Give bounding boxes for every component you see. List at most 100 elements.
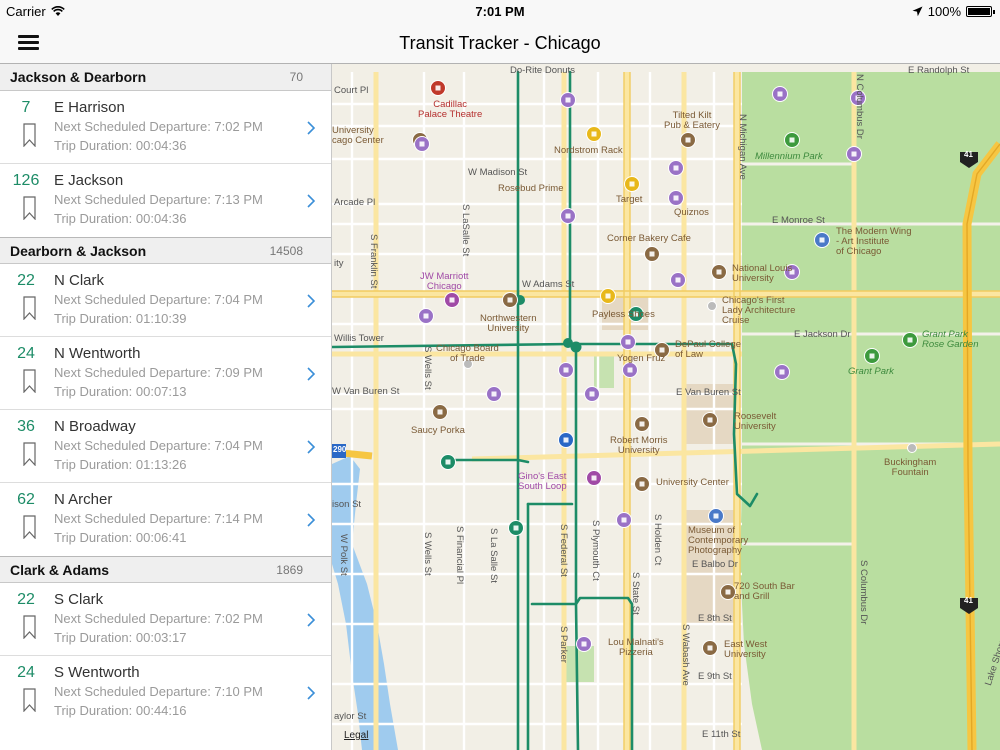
- theater-icon[interactable]: [430, 80, 446, 96]
- transit-icon[interactable]: [622, 362, 638, 378]
- park-icon[interactable]: [784, 132, 800, 148]
- route-row[interactable]: 24 S Wentworth Next Scheduled Departure: 7…: [0, 656, 331, 729]
- stop-list-sidebar[interactable]: Jackson & Dearborn 70 7 E Harrison Next Sche…: [0, 64, 332, 750]
- university-icon[interactable]: [502, 292, 518, 308]
- transit-icon[interactable]: [846, 146, 862, 162]
- university-icon[interactable]: [634, 476, 650, 492]
- transit-icon[interactable]: [576, 636, 592, 652]
- food-icon[interactable]: [644, 246, 660, 262]
- bookmark-icon[interactable]: [23, 123, 36, 147]
- map-label-franklin: S Franklin St: [368, 234, 379, 289]
- map-view[interactable]: E Randolph St Court Pl Do-Rite Donuts Cadil…: [332, 64, 1000, 750]
- bookmark-icon[interactable]: [23, 296, 36, 320]
- bookmark-icon[interactable]: [23, 442, 36, 466]
- next-departure: Next Scheduled Departure: 7:10 PM: [54, 684, 263, 699]
- transit-icon[interactable]: [584, 386, 600, 402]
- bookmark-icon[interactable]: [23, 515, 36, 539]
- bookmark-icon[interactable]: [23, 196, 36, 220]
- university-icon[interactable]: [634, 416, 650, 432]
- chevron-right-icon[interactable]: [306, 194, 316, 208]
- next-departure: Next Scheduled Departure: 7:09 PM: [54, 365, 263, 380]
- point-icon[interactable]: [707, 301, 717, 311]
- chevron-right-icon[interactable]: [306, 613, 316, 627]
- shopping-icon[interactable]: [624, 176, 640, 192]
- map-label-holden: S Holden Ct: [652, 514, 663, 566]
- map-label-van-buren-e: E Van Buren St: [676, 387, 741, 398]
- transit-icon[interactable]: [418, 308, 434, 324]
- route-row[interactable]: 62 N Archer Next Scheduled Departure: 7:14…: [0, 483, 331, 556]
- transit-icon[interactable]: [414, 136, 430, 152]
- museum-icon[interactable]: [814, 232, 830, 248]
- bus-icon[interactable]: [508, 520, 524, 536]
- point-icon[interactable]: [907, 443, 917, 453]
- route-direction: S Clark: [54, 591, 104, 608]
- map-canvas[interactable]: [332, 64, 1000, 750]
- map-label-lasalle-s: S La Salle St: [488, 528, 499, 583]
- bus-icon[interactable]: [440, 454, 456, 470]
- map-label-hwy41: 41: [964, 596, 973, 605]
- food-icon[interactable]: [680, 132, 696, 148]
- food-icon[interactable]: [432, 404, 448, 420]
- shopping-icon[interactable]: [600, 288, 616, 304]
- park-icon[interactable]: [902, 332, 918, 348]
- museum-icon[interactable]: [708, 508, 724, 524]
- transit-icon[interactable]: [620, 334, 636, 350]
- transit-icon[interactable]: [774, 364, 790, 380]
- park-icon[interactable]: [864, 348, 880, 364]
- transit-icon[interactable]: [668, 190, 684, 206]
- transit-icon[interactable]: [486, 386, 502, 402]
- legal-link[interactable]: Legal: [344, 730, 368, 741]
- app-root: Carrier 7:01 PM 100% Transit Tracker - C…: [0, 0, 1000, 750]
- university-icon[interactable]: [711, 264, 727, 280]
- hotel-icon[interactable]: [444, 292, 460, 308]
- map-label-board-trade: Chicago Board of Trade: [436, 343, 499, 364]
- chevron-right-icon[interactable]: [306, 367, 316, 381]
- section-title: Dearborn & Jackson: [10, 242, 147, 259]
- route-direction: N Clark: [54, 272, 105, 289]
- bar-icon[interactable]: [586, 470, 602, 486]
- chevron-right-icon[interactable]: [306, 121, 316, 135]
- transit-icon[interactable]: [560, 208, 576, 224]
- battery-percent: 100%: [927, 4, 961, 19]
- trip-duration: Trip Duration: 00:04:36: [54, 211, 187, 226]
- bookmark-icon[interactable]: [23, 615, 36, 639]
- map-label-wells-n: S Wells St: [422, 346, 433, 390]
- transit-icon[interactable]: [560, 92, 576, 108]
- transit-icon[interactable]: [670, 272, 686, 288]
- transit-icon[interactable]: [616, 512, 632, 528]
- transit-icon[interactable]: [668, 160, 684, 176]
- chevron-right-icon[interactable]: [306, 294, 316, 308]
- status-time: 7:01 PM: [475, 4, 525, 19]
- route-row[interactable]: 22 S Clark Next Scheduled Departure: 7:02 …: [0, 583, 331, 656]
- route-number: 126: [12, 172, 40, 189]
- chevron-right-icon[interactable]: [306, 440, 316, 454]
- map-label-lasalle-n: S LaSalle St: [460, 204, 471, 257]
- university-icon[interactable]: [702, 640, 718, 656]
- route-number: 22: [17, 272, 35, 289]
- stop-id: 14508: [269, 243, 303, 258]
- route-row[interactable]: 36 N Broadway Next Scheduled Departure: 7:…: [0, 410, 331, 483]
- route-row[interactable]: 126 E Jackson Next Scheduled Departure: 7:…: [0, 164, 331, 237]
- bookmark-icon[interactable]: [23, 688, 36, 712]
- bookmark-icon[interactable]: [23, 369, 36, 393]
- map-label-jw-marriott: JW Marriott Chicago: [420, 271, 469, 292]
- route-row[interactable]: 7 E Harrison Next Scheduled Departure: 7:0…: [0, 91, 331, 164]
- map-label-first-lady: Chicago's First Lady Architecture Cruise: [722, 295, 796, 326]
- route-row[interactable]: 24 N Wentworth Next Scheduled Departure: 7…: [0, 337, 331, 410]
- map-label-willis: Willis Tower: [334, 333, 384, 344]
- shopping-icon[interactable]: [586, 126, 602, 142]
- map-label-court-pl: Court Pl: [334, 85, 369, 96]
- map-label-columbus-n: N Columbus Dr: [854, 74, 865, 139]
- chevron-right-icon[interactable]: [306, 686, 316, 700]
- stop-id: 70: [289, 70, 303, 84]
- route-direction: N Broadway: [54, 418, 136, 435]
- fuel-icon[interactable]: [558, 432, 574, 448]
- map-label-taylor: aylor St: [334, 711, 367, 722]
- section-title: Jackson & Dearborn: [10, 69, 147, 85]
- transit-icon[interactable]: [772, 86, 788, 102]
- university-icon[interactable]: [702, 412, 718, 428]
- route-row[interactable]: 22 N Clark Next Scheduled Departure: 7:04 …: [0, 264, 331, 337]
- chevron-right-icon[interactable]: [306, 513, 316, 527]
- transit-icon[interactable]: [558, 362, 574, 378]
- map-label-quiznos: Quiznos: [674, 207, 709, 218]
